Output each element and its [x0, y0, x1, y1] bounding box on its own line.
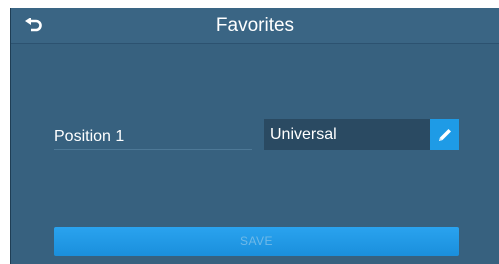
page-title: Favorites — [215, 15, 295, 36]
favorite-value-field[interactable]: Universal — [264, 119, 430, 150]
favorites-screen: Favorites Position 1 Universal SAVE — [10, 8, 499, 264]
position-divider — [54, 149, 252, 150]
edit-button[interactable] — [430, 119, 459, 150]
pencil-icon — [438, 128, 451, 141]
position-label: Position 1 — [54, 128, 125, 145]
save-button[interactable]: SAVE — [54, 227, 459, 256]
header-bar: Favorites — [11, 8, 499, 44]
